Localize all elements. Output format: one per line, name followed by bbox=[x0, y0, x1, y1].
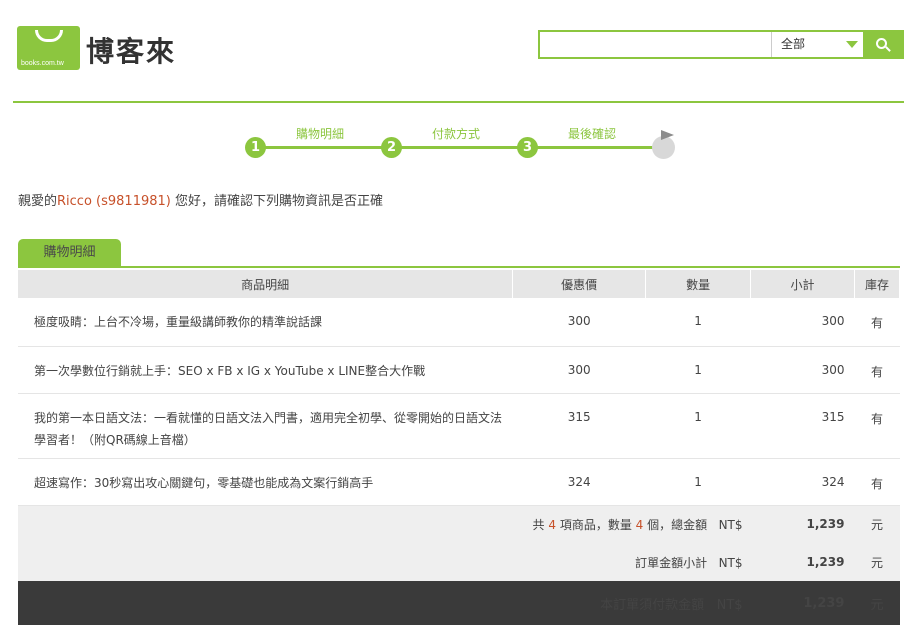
search-icon-handle bbox=[885, 46, 891, 52]
checkout-steps: 1 購物明細 2 付款方式 3 最後確認 bbox=[0, 120, 922, 170]
payment-label: 本訂單須付款金額 bbox=[600, 597, 705, 613]
item-stock: 有 bbox=[854, 346, 900, 394]
subtotal-label: 訂單金額小計 bbox=[635, 555, 708, 570]
table-row: 極度吸睛：上台不冷場，重量級講師教你的精準說話課 300 1 300 有 bbox=[18, 298, 900, 347]
header-item: 商品明細 bbox=[18, 270, 514, 298]
item-price: 315 bbox=[512, 393, 646, 459]
subtotal-amount: 1,239 bbox=[750, 543, 855, 581]
steps-line bbox=[256, 146, 666, 149]
order-table: 商品明細 優惠價 數量 小計 庫存 極度吸睛：上台不冷場，重量級講師教你的精準說… bbox=[18, 270, 901, 625]
item-count: 4 bbox=[548, 517, 557, 532]
item-stock: 有 bbox=[854, 393, 900, 459]
total-summary: 共 4 項商品，數量 4 個，總金額 NT$ bbox=[18, 505, 751, 543]
item-qty: 1 bbox=[645, 393, 751, 459]
search-scope-select[interactable]: 全部 bbox=[771, 32, 865, 57]
step-2-circle: 2 bbox=[381, 137, 402, 158]
greeting-prefix: 親愛的 bbox=[18, 194, 58, 209]
item-qty: 1 bbox=[645, 298, 751, 347]
item-subtotal: 315 bbox=[750, 393, 855, 459]
unit-label: 元 bbox=[854, 505, 900, 543]
item-stock: 有 bbox=[854, 458, 900, 506]
step-3-circle: 3 bbox=[517, 137, 538, 158]
item-name[interactable]: 極度吸睛：上台不冷場，重量級講師教你的精準說話課 bbox=[18, 298, 513, 347]
header-divider bbox=[13, 101, 904, 103]
flag-icon bbox=[661, 130, 674, 140]
item-price: 300 bbox=[512, 346, 646, 394]
header-qty: 數量 bbox=[645, 270, 752, 298]
unit-label: 元 bbox=[854, 581, 900, 625]
subtotal-row: 訂單金額小計 NT$ 1,239 元 bbox=[18, 543, 900, 581]
item-subtotal: 324 bbox=[750, 458, 855, 506]
search-button[interactable] bbox=[863, 32, 902, 57]
item-subtotal: 300 bbox=[750, 298, 855, 347]
table-row: 我的第一本日語文法：一看就懂的日語文法入門書，適用完全初學、從零開始的日語文法學… bbox=[18, 393, 900, 459]
currency-label: NT$ bbox=[716, 597, 743, 613]
table-row: 超速寫作：30秒寫出攻心關鍵句，零基礎也能成為文案行銷高手 324 1 324 … bbox=[18, 458, 900, 506]
logo-domain: books.com.tw bbox=[21, 60, 64, 67]
currency-label: NT$ bbox=[718, 555, 743, 570]
table-header-row: 商品明細 優惠價 數量 小計 庫存 bbox=[18, 270, 901, 298]
step-1-circle: 1 bbox=[245, 137, 266, 158]
total-suffix: 個，總金額 bbox=[643, 517, 708, 532]
item-name[interactable]: 我的第一本日語文法：一看就懂的日語文法入門書，適用完全初學、從零開始的日語文法學… bbox=[18, 393, 513, 459]
search-input[interactable] bbox=[540, 32, 771, 57]
total-amount: 1,239 bbox=[750, 505, 855, 543]
step-2-label: 付款方式 bbox=[432, 127, 481, 141]
payment-summary: 本訂單須付款金額 NT$ bbox=[18, 581, 751, 625]
payment-total-row: 本訂單須付款金額 NT$ 1,239 元 bbox=[18, 581, 900, 625]
search-bar: 全部 bbox=[538, 30, 904, 59]
greeting-user: Ricco (s9811981) bbox=[57, 194, 171, 209]
chevron-down-icon bbox=[846, 41, 858, 48]
logo[interactable]: books.com.tw bbox=[17, 26, 80, 70]
item-price: 300 bbox=[512, 298, 646, 347]
item-subtotal: 300 bbox=[750, 346, 855, 394]
total-prefix: 共 bbox=[532, 517, 549, 532]
header-subtotal: 小計 bbox=[750, 270, 855, 298]
subtotal-summary: 訂單金額小計 NT$ bbox=[18, 543, 751, 581]
item-qty: 1 bbox=[645, 458, 751, 506]
logo-smile-icon bbox=[35, 30, 63, 42]
item-stock: 有 bbox=[854, 298, 900, 347]
item-name[interactable]: 超速寫作：30秒寫出攻心關鍵句，零基礎也能成為文案行銷高手 bbox=[18, 458, 513, 506]
item-qty: 1 bbox=[645, 346, 751, 394]
tab-cart-details[interactable]: 購物明細 bbox=[18, 239, 121, 266]
item-name[interactable]: 第一次學數位行銷就上手：SEO x FB x IG x YouTube x LI… bbox=[18, 346, 513, 394]
table-row: 第一次學數位行銷就上手：SEO x FB x IG x YouTube x LI… bbox=[18, 346, 900, 394]
total-mid: 項商品，數量 bbox=[556, 517, 636, 532]
payment-amount: 1,239 bbox=[750, 581, 855, 625]
greeting: 親愛的Ricco (s9811981) 您好，請確認下列購物資訊是否正確 bbox=[18, 190, 383, 209]
currency-label: NT$ bbox=[718, 517, 743, 532]
item-price: 324 bbox=[512, 458, 646, 506]
tab-divider bbox=[18, 266, 900, 268]
header-price: 優惠價 bbox=[512, 270, 647, 298]
logo-text[interactable]: 博客來 bbox=[86, 30, 176, 70]
greeting-suffix: 您好，請確認下列購物資訊是否正確 bbox=[170, 194, 383, 209]
unit-label: 元 bbox=[854, 543, 900, 581]
search-scope-label: 全部 bbox=[781, 37, 806, 51]
header-stock: 庫存 bbox=[854, 270, 901, 298]
step-3-label: 最後確認 bbox=[568, 127, 617, 141]
total-row: 共 4 項商品，數量 4 個，總金額 NT$ 1,239 元 bbox=[18, 505, 900, 543]
step-1-label: 購物明細 bbox=[296, 127, 345, 141]
